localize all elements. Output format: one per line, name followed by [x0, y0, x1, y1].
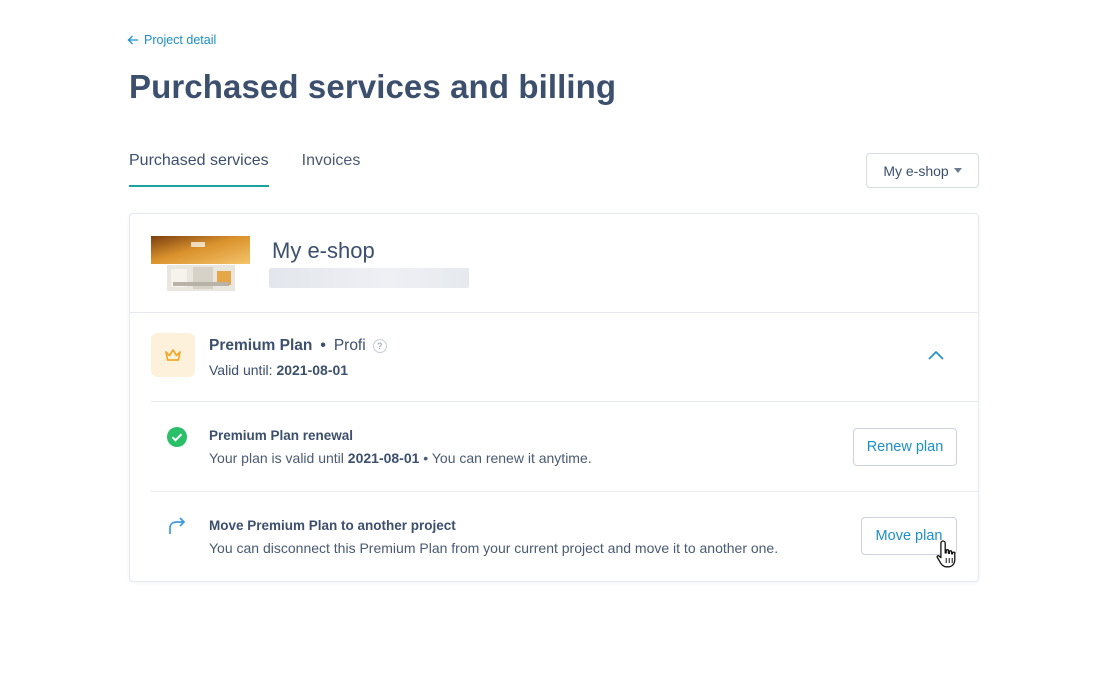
back-link-label: Project detail	[144, 33, 217, 47]
plan-tier: Profi	[333, 337, 366, 354]
back-link-project-detail[interactable]: Project detail	[127, 33, 216, 47]
project-select-value: My e-shop	[883, 162, 949, 179]
help-icon[interactable]: ?	[372, 339, 387, 353]
plan-separator: •	[320, 337, 326, 354]
hand-pointer-cursor-icon	[936, 540, 956, 568]
project-card-header: My e-shop	[130, 214, 978, 313]
plan-title: Premium Plan • Profi ?	[209, 337, 387, 355]
arrow-left-icon	[127, 35, 138, 45]
redo-arrow-icon	[169, 517, 186, 534]
project-url-redacted	[269, 268, 469, 288]
service-renewal-row: Premium Plan renewal Your plan is valid …	[130, 402, 980, 492]
tab-invoices[interactable]: Invoices	[302, 152, 361, 187]
renewal-description: Your plan is valid until 2021-08-01 • Yo…	[209, 450, 592, 466]
plan-valid-until: Valid until: 2021-08-01	[209, 362, 348, 378]
crown-icon	[151, 333, 195, 377]
plan-valid-label: Valid until:	[209, 362, 277, 378]
page-title: Purchased services and billing	[129, 68, 617, 105]
chevron-up-icon[interactable]	[924, 346, 948, 364]
move-plan-title: Move Premium Plan to another project	[209, 518, 456, 533]
plan-summary-row: Premium Plan • Profi ? Valid until: 2021…	[130, 313, 978, 401]
renew-plan-button[interactable]: Renew plan	[853, 428, 957, 466]
service-move-row: Move Premium Plan to another project You…	[130, 492, 980, 582]
project-select-dropdown[interactable]: My e-shop	[866, 153, 979, 188]
move-plan-description: You can disconnect this Premium Plan fro…	[209, 540, 779, 556]
renewal-desc-suffix: • You can renew it anytime.	[419, 450, 592, 466]
billing-page: Project detail Purchased services and bi…	[0, 0, 1107, 686]
check-circle-icon	[167, 427, 187, 447]
plan-name: Premium Plan	[209, 337, 313, 354]
project-thumbnail	[151, 236, 250, 292]
tab-purchased-services[interactable]: Purchased services	[129, 152, 269, 187]
project-name: My e-shop	[272, 238, 375, 263]
tabs: Purchased services Invoices	[129, 152, 360, 187]
project-card: My e-shop Premium Plan • Profi ? Valid u…	[129, 213, 979, 582]
renewal-desc-prefix: Your plan is valid until	[209, 450, 348, 466]
project-thumbnail-image	[151, 236, 250, 292]
plan-valid-date: 2021-08-01	[276, 362, 349, 378]
caret-down-icon	[953, 168, 962, 173]
renewal-title: Premium Plan renewal	[209, 428, 354, 443]
renewal-desc-date: 2021-08-01	[347, 450, 420, 466]
